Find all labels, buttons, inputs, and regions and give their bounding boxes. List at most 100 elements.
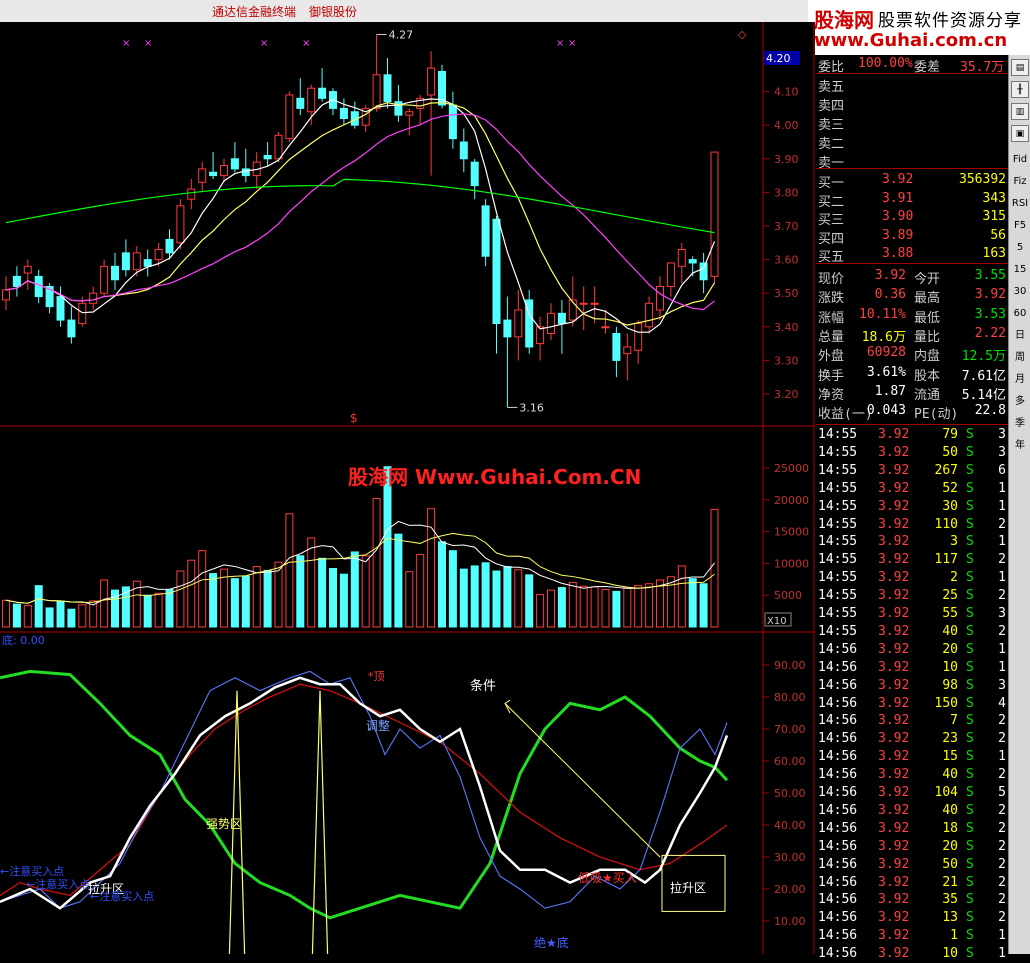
- stat-value: 7.61亿: [961, 368, 1006, 384]
- tick-count: 2: [998, 802, 1006, 818]
- lock-icon[interactable]: ▣: [1011, 125, 1029, 142]
- toolbar-button[interactable]: 15: [1011, 261, 1029, 278]
- tick-count: 6: [998, 462, 1006, 478]
- tick-row: 14:56 3.92 18 S 2: [816, 820, 1008, 838]
- toolbar-button[interactable]: 5: [1011, 239, 1029, 256]
- candle-body: [492, 218, 501, 324]
- candle-body: [34, 275, 43, 298]
- toolbar-button[interactable]: 多: [1011, 393, 1029, 410]
- tick-price: 3.92: [878, 462, 910, 478]
- toolbar-button[interactable]: Fiz: [1011, 173, 1029, 190]
- tick-direction: S: [966, 462, 974, 478]
- tick-row: 14:55 3.92 79 S 3: [816, 426, 1008, 444]
- tick-volume: 52: [942, 480, 958, 496]
- tick-volume: 30: [942, 498, 958, 514]
- candle-icon[interactable]: ╫: [1011, 81, 1029, 98]
- chart-area[interactable]: 4.20 4.10 4.00 3.90 3.80 3.70 3.60 3.50 3.40 3.30…: [0, 22, 815, 963]
- volume-tick-label: 5000: [774, 589, 802, 602]
- ratio-value: 100.00%: [858, 56, 913, 71]
- indicator-tick-label: 30.00: [774, 851, 806, 864]
- toolbar-button[interactable]: 年: [1011, 437, 1029, 454]
- signal-symbol: $: [350, 411, 358, 425]
- tick-volume: 15: [942, 749, 958, 765]
- tick-count: 2: [998, 623, 1006, 639]
- stat-label: 外盘: [818, 349, 845, 365]
- tick-direction: S: [966, 731, 974, 747]
- tick-price: 3.92: [878, 516, 910, 532]
- tick-direction: S: [966, 534, 974, 550]
- volume-bar: [438, 541, 446, 628]
- volume-bar: [100, 579, 109, 628]
- volume-bar: [154, 592, 163, 628]
- kline-chart[interactable]: 4.20 4.10 4.00 3.90 3.80 3.70 3.60 3.50 3.40 3.30…: [0, 22, 815, 963]
- stat-label: 涨幅: [818, 310, 845, 326]
- tick-count: 1: [998, 749, 1006, 765]
- volume-bar: [67, 608, 76, 628]
- candle-body: [688, 259, 697, 264]
- stat-value: 5.14亿: [961, 387, 1006, 403]
- tick-count: 1: [998, 534, 1006, 550]
- toolbar-button[interactable]: 30: [1011, 283, 1029, 300]
- high-marker: 4.27: [389, 28, 414, 41]
- toolbar-button[interactable]: F5: [1011, 217, 1029, 234]
- volume-bar: [536, 594, 545, 628]
- candle-body: [89, 292, 98, 304]
- tick-volume: 40: [942, 623, 958, 639]
- right-toolbar: ▤ ╫ ▥ ▣ Fid Fiz RSI F5 5 15 30 60 日周月多季年: [1008, 55, 1030, 954]
- tick-volume: 13: [942, 910, 958, 926]
- tick-volume: 117: [934, 552, 958, 568]
- tick-time: 14:56: [818, 802, 858, 818]
- volume-tick-label: 25000: [774, 462, 809, 475]
- tick-row: 14:55 3.92 110 S 2: [816, 516, 1008, 534]
- volume-bar: [339, 573, 348, 628]
- tick-count: 2: [998, 856, 1006, 872]
- toolbar-button[interactable]: 月: [1011, 371, 1029, 388]
- bid-volume: 356392: [959, 172, 1006, 187]
- candle-body: [274, 134, 283, 160]
- volume-bar: [45, 607, 54, 628]
- toolbar-button[interactable]: 季: [1011, 415, 1029, 432]
- indicator-tick-label: 10.00: [774, 915, 806, 928]
- volume-bar: [198, 550, 207, 628]
- tick-volume: 21: [942, 874, 958, 890]
- candle-body: [656, 285, 664, 311]
- tick-time: 14:56: [818, 749, 858, 765]
- volume-bar: [165, 588, 174, 628]
- tick-row: 14:55 3.92 2 S 1: [816, 569, 1008, 587]
- tick-row: 14:56 3.92 40 S 2: [816, 766, 1008, 784]
- toolbar-button[interactable]: Fid: [1011, 151, 1029, 168]
- tick-row: 14:56 3.92 13 S 2: [816, 909, 1008, 927]
- tick-row: 14:55 3.92 117 S 2: [816, 551, 1008, 569]
- candle-body: [78, 302, 87, 324]
- tick-time: 14:55: [818, 462, 858, 478]
- candle-body: [12, 275, 21, 287]
- chart-icon[interactable]: ▤: [1011, 59, 1029, 76]
- bid-price: 3.88: [882, 246, 914, 261]
- tick-price: 3.92: [878, 785, 910, 800]
- volume-bar: [230, 578, 239, 628]
- volume-bar: [645, 583, 654, 628]
- bid-row: 买五 3.88 163: [816, 245, 1008, 265]
- toolbar-button[interactable]: 日: [1011, 327, 1029, 344]
- volume-bar: [2, 599, 10, 628]
- tick-volume: 40: [942, 767, 958, 783]
- volume-bar: [688, 578, 697, 628]
- tick-count: 4: [998, 695, 1006, 711]
- tick-time: 14:56: [818, 785, 858, 800]
- tick-price: 3.92: [878, 498, 910, 514]
- volume-bar: [623, 587, 632, 628]
- candle-body: [100, 265, 109, 294]
- tick-volume: 23: [942, 731, 958, 747]
- tick-time: 14:55: [818, 444, 858, 460]
- watermark-brand: 股海网: [814, 8, 874, 32]
- toolbar-button[interactable]: 周: [1011, 349, 1029, 366]
- ask-row: 卖五: [816, 75, 1008, 95]
- toolbar-button[interactable]: RSI: [1011, 195, 1029, 212]
- candle-body: [448, 104, 457, 140]
- stat-row: 外盘 60928 内盘 12.5万: [816, 344, 1008, 365]
- unit-badge: X10: [767, 616, 787, 627]
- tick-count: 2: [998, 892, 1006, 908]
- candle-body: [230, 158, 239, 170]
- bar-icon[interactable]: ▥: [1011, 103, 1029, 120]
- toolbar-button[interactable]: 60: [1011, 305, 1029, 322]
